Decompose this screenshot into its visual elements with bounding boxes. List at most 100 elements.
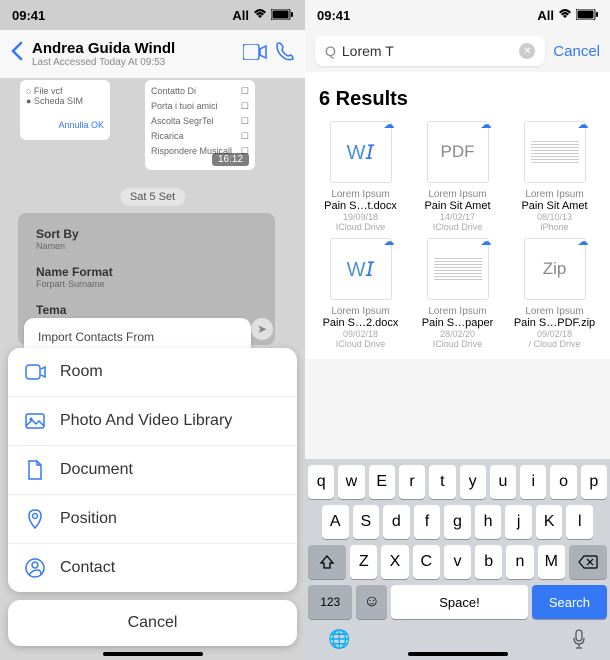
result-item[interactable]: PDF☁Lorem IpsumPain Sit Amet14/02/17IClo… — [412, 121, 503, 232]
home-indicator-right[interactable] — [408, 652, 508, 656]
chat-title-block[interactable]: Andrea Guida Windl Last Accessed Today A… — [32, 40, 235, 68]
key-shift[interactable] — [308, 545, 346, 579]
result-item[interactable]: Zip☁Lorem IpsumPain S…PDF.zip09/02/18/ C… — [509, 238, 600, 349]
wifi-icon — [252, 8, 268, 23]
file-name-2: Pain Sit Amet — [412, 200, 503, 212]
form-l2: Name Format — [36, 265, 257, 279]
key-g[interactable]: g — [444, 505, 471, 539]
sheet-contact[interactable]: Contact — [8, 544, 297, 592]
key-u[interactable]: u — [490, 465, 516, 499]
file-location: / Cloud Drive — [509, 339, 600, 349]
location-icon — [24, 508, 46, 530]
mic-icon[interactable] — [571, 629, 587, 654]
sheet-photo-label: Photo And Video Library — [60, 412, 232, 430]
file-date: 19/09/18 — [315, 212, 406, 222]
key-w[interactable]: w — [338, 465, 364, 499]
home-indicator[interactable] — [103, 652, 203, 656]
search-bar: Q Lorem T ✕ Cancel — [305, 30, 610, 72]
cloud-icon: ☁ — [578, 118, 589, 131]
key-123[interactable]: 123 — [308, 585, 352, 619]
globe-icon[interactable]: 🌐 — [328, 629, 350, 654]
sheet-cancel-button[interactable]: Cancel — [8, 600, 297, 646]
chat-name: Andrea Guida Windl — [32, 40, 235, 57]
sheet-options: Room Photo And Video Library Document Po… — [8, 348, 297, 592]
key-p[interactable]: p — [581, 465, 607, 499]
keyboard-row-1: qwErtyuiop — [308, 465, 607, 499]
key-q[interactable]: q — [308, 465, 334, 499]
key-e[interactable]: E — [369, 465, 395, 499]
key-y[interactable]: y — [460, 465, 486, 499]
card2-r1: Contatto Di — [151, 86, 196, 97]
result-item[interactable]: ☁Lorem IpsumPain Sit Amet08/10/13iPhone — [509, 121, 600, 232]
key-v[interactable]: v — [444, 545, 471, 579]
sheet-document-label: Document — [60, 461, 133, 479]
key-b[interactable]: b — [475, 545, 502, 579]
file-date: 09/02/18 — [509, 329, 600, 339]
search-icon: Q — [325, 43, 336, 59]
key-s[interactable]: S — [353, 505, 380, 539]
voice-call-button[interactable] — [275, 41, 295, 67]
key-j[interactable]: j — [505, 505, 532, 539]
result-item[interactable]: ☁Lorem IpsumPain S…paper28/02/20ICloud D… — [412, 238, 503, 349]
search-field[interactable]: Q Lorem T ✕ — [315, 36, 545, 66]
key-z[interactable]: Z — [350, 545, 377, 579]
key-a[interactable]: A — [322, 505, 349, 539]
sheet-position[interactable]: Position — [8, 495, 297, 544]
keyboard-row-4: 123 ☺ Space! Search — [308, 585, 607, 619]
key-k[interactable]: K — [536, 505, 563, 539]
file-name-1: Lorem Ipsum — [412, 306, 503, 317]
key-r[interactable]: r — [399, 465, 425, 499]
key-f[interactable]: f — [414, 505, 441, 539]
results-grid: W𝘐☁Lorem IpsumPain S…t.docx19/09/18IClou… — [305, 121, 610, 359]
file-name-1: Lorem Ipsum — [315, 189, 406, 200]
search-input[interactable]: Lorem T — [342, 43, 513, 59]
carrier-r: All — [537, 8, 554, 23]
key-t[interactable]: t — [429, 465, 455, 499]
key-emoji[interactable]: ☺ — [356, 585, 387, 619]
status-right-r: All — [537, 8, 598, 23]
clear-search-button[interactable]: ✕ — [519, 43, 535, 59]
file-name-2: Pain S…paper — [412, 317, 503, 329]
video-call-button[interactable] — [243, 43, 267, 66]
cloud-icon: ☁ — [384, 118, 395, 131]
result-item[interactable]: W𝘐☁Lorem IpsumPain S…2.docx09/02/18IClou… — [315, 238, 406, 349]
sheet-document[interactable]: Document — [8, 446, 297, 495]
key-l[interactable]: l — [566, 505, 593, 539]
file-date: 09/02/18 — [315, 329, 406, 339]
key-search[interactable]: Search — [532, 585, 607, 619]
key-i[interactable]: i — [520, 465, 546, 499]
card2-r2: Porta i tuoi amici — [151, 101, 218, 112]
cloud-icon: ☁ — [481, 118, 492, 131]
sheet-photo[interactable]: Photo And Video Library — [8, 397, 297, 446]
room-icon — [24, 361, 46, 383]
result-item[interactable]: W𝘐☁Lorem IpsumPain S…t.docx19/09/18IClou… — [315, 121, 406, 232]
key-c[interactable]: C — [413, 545, 440, 579]
file-name-1: Lorem Ipsum — [315, 306, 406, 317]
file-date: 14/02/17 — [412, 212, 503, 222]
file-name-1: Lorem Ipsum — [509, 189, 600, 200]
key-backspace[interactable] — [569, 545, 607, 579]
file-thumbnail: PDF☁ — [427, 121, 489, 183]
sheet-room-label: Room — [60, 363, 103, 381]
card1-line1: ○ File vcf — [26, 86, 104, 96]
file-thumbnail: ☁ — [524, 121, 586, 183]
search-cancel-button[interactable]: Cancel — [553, 43, 600, 60]
whatsapp-screen: 09:41 All Andrea Guida Windl Last Access… — [0, 0, 305, 660]
photo-icon — [24, 410, 46, 432]
document-icon — [24, 459, 46, 481]
send-button[interactable]: ➤ — [251, 318, 273, 340]
key-m[interactable]: M — [538, 545, 565, 579]
file-name-2: Pain S…t.docx — [315, 200, 406, 212]
sheet-room[interactable]: Room — [8, 348, 297, 397]
key-n[interactable]: n — [506, 545, 533, 579]
key-x[interactable]: X — [381, 545, 408, 579]
key-h[interactable]: h — [475, 505, 502, 539]
carrier: All — [232, 8, 249, 23]
key-d[interactable]: d — [383, 505, 410, 539]
key-o[interactable]: o — [550, 465, 576, 499]
status-bar: 09:41 All — [0, 0, 305, 30]
key-space[interactable]: Space! — [391, 585, 528, 619]
back-button[interactable] — [10, 40, 24, 68]
file-thumbnail: W𝘐☁ — [330, 238, 392, 300]
file-location: ICloud Drive — [412, 222, 503, 232]
